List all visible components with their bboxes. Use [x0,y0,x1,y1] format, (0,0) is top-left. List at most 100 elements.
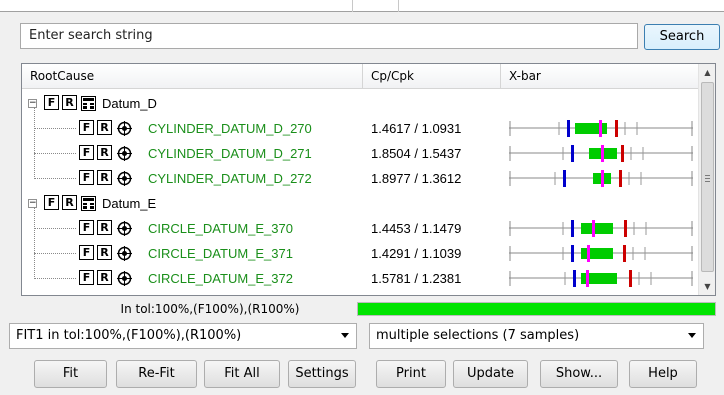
xbar-upper-marker [623,245,626,262]
measurement-icon [117,121,132,136]
fit-all-button[interactable]: Fit All [204,360,280,388]
xbar-mean-marker [601,170,604,187]
measurement-icon [117,246,132,261]
tree-item-row[interactable]: F R CYLINDER_DATUM_D_272 1.8977 / 1.3612 [22,166,699,191]
tree-connector [34,253,76,254]
tolerance-status: In tol:100%,(F100%),(R100%) [120,302,300,316]
root-cause-tree[interactable]: RootCause Cp/Cpk X-bar − F R Datum_D F R CYLIN… [21,63,716,296]
xbar-lower-marker [563,170,566,187]
root-cause-panel: Enter search string Search RootCause Cp/… [0,0,724,395]
filter-r-icon[interactable]: R [97,270,112,285]
dropdown-arrow-icon [341,333,349,338]
measurement-icon [117,171,132,186]
print-button[interactable]: Print [376,360,446,388]
samples-dropdown[interactable]: multiple selections (7 samples) [369,323,704,349]
cpk-value: 1.8977 / 1.3612 [371,171,462,186]
filter-r-icon[interactable]: R [62,95,77,110]
fit-dropdown-value: FIT1 in tol:100%,(F100%),(R100%) [16,328,242,343]
xbar-range-bar [575,123,607,134]
item-label: CIRCLE_DATUM_E_371 [148,246,293,261]
xbar-mean-marker [586,270,589,287]
collapse-minus-icon[interactable]: − [28,99,37,108]
vertical-scrollbar[interactable]: ▲ ▼ [698,64,715,295]
fit-dropdown[interactable]: FIT1 in tol:100%,(F100%),(R100%) [9,323,357,349]
filter-f-icon[interactable]: F [44,195,59,210]
tree-item-row[interactable]: F R CIRCLE_DATUM_E_371 1.4291 / 1.1039 [22,241,699,266]
xbar-mean-marker [599,120,602,137]
filter-r-icon[interactable]: R [97,220,112,235]
xbar-sparkline [509,220,693,237]
show-button[interactable]: Show... [540,360,618,388]
xbar-lower-marker [571,245,574,262]
xbar-upper-marker [619,170,622,187]
tree-item-row[interactable]: F R CYLINDER_DATUM_D_270 1.4617 / 1.0931 [22,116,699,141]
grid-icon [81,96,96,111]
item-label: CYLINDER_DATUM_D_272 [148,171,312,186]
tree-connector [34,107,35,179]
tree-connector [34,128,76,129]
tree-group-row[interactable]: − F R Datum_D [22,91,699,116]
item-label: CIRCLE_DATUM_E_370 [148,221,293,236]
measurement-icon [117,271,132,286]
filter-f-icon[interactable]: F [79,245,94,260]
collapse-minus-icon[interactable]: − [28,199,37,208]
search-input[interactable]: Enter search string [20,23,638,49]
item-label: CYLINDER_DATUM_D_270 [148,121,312,136]
xbar-sparkline [509,245,693,262]
filter-r-icon[interactable]: R [97,245,112,260]
fit-button[interactable]: Fit [34,360,107,388]
xbar-sparkline [509,145,693,162]
tree-connector [34,153,76,154]
settings-button[interactable]: Settings [288,360,356,388]
tree-item-row[interactable]: F R CIRCLE_DATUM_E_370 1.4453 / 1.1479 [22,216,699,241]
column-header-cpcpk[interactable]: Cp/Cpk [363,64,501,88]
column-header-rootcause[interactable]: RootCause [22,64,363,88]
filter-f-icon[interactable]: F [79,120,94,135]
help-button[interactable]: Help [629,360,697,388]
update-button[interactable]: Update [453,360,528,388]
filter-r-icon[interactable]: R [62,195,77,210]
xbar-upper-marker [629,270,632,287]
column-header-xbar[interactable]: X-bar [501,64,699,88]
tree-item-row[interactable]: F R CYLINDER_DATUM_D_271 1.8504 / 1.5437 [22,141,699,166]
tree-connector [34,178,76,179]
xbar-range-bar [581,223,613,234]
group-label: Datum_D [102,96,157,111]
grid-icon [81,196,96,211]
measurement-icon [117,146,132,161]
filter-f-icon[interactable]: F [79,270,94,285]
xbar-mean-marker [587,245,590,262]
thumb-grip [705,175,710,176]
filter-r-icon[interactable]: R [97,145,112,160]
xbar-upper-marker [624,220,627,237]
xbar-sparkline [509,270,693,287]
xbar-range-bar [581,248,613,259]
filter-r-icon[interactable]: R [97,120,112,135]
tolerance-progress-bar [357,302,716,316]
item-label: CYLINDER_DATUM_D_271 [148,146,312,161]
cpk-value: 1.4617 / 1.0931 [371,121,462,136]
filter-r-icon[interactable]: R [97,170,112,185]
group-label: Datum_E [102,196,157,211]
measurement-icon [117,221,132,236]
filter-f-icon[interactable]: F [79,220,94,235]
dropdown-arrow-icon [688,333,696,338]
tree-item-row[interactable]: F R CIRCLE_DATUM_E_372 1.5781 / 1.2381 [22,266,699,291]
scroll-up-arrow-icon[interactable]: ▲ [699,64,715,81]
scroll-down-arrow-icon[interactable]: ▼ [699,278,715,295]
xbar-lower-marker [573,270,576,287]
tree-group-row[interactable]: − F R Datum_E [22,191,699,216]
tree-connector [34,207,35,279]
top-separator [398,0,399,12]
tree-connector [34,228,76,229]
top-separator [352,0,353,12]
filter-f-icon[interactable]: F [79,145,94,160]
scroll-thumb[interactable] [701,82,714,272]
filter-f-icon[interactable]: F [79,170,94,185]
xbar-upper-marker [615,120,618,137]
tree-connector [34,278,76,279]
search-button[interactable]: Search [644,24,720,50]
refit-button[interactable]: Re-Fit [116,360,197,388]
filter-f-icon[interactable]: F [44,95,59,110]
progress-fill [358,303,715,315]
